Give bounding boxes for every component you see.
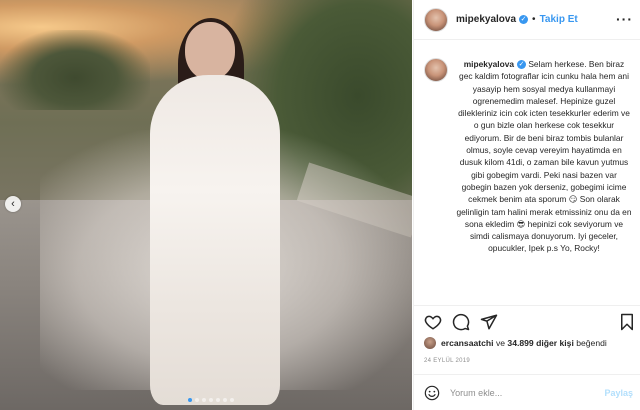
- comment-bar: Paylaş: [414, 374, 640, 410]
- follow-button[interactable]: Takip Et: [540, 14, 578, 25]
- heart-icon[interactable]: [424, 313, 442, 331]
- photo-face: [185, 22, 235, 80]
- post-comment-button[interactable]: Paylaş: [604, 388, 633, 398]
- post-date[interactable]: 24 EYLÜL 2019: [424, 358, 470, 364]
- verified-badge-icon: ✓: [519, 15, 529, 24]
- carousel-dot: [223, 398, 227, 402]
- carousel-dot: [188, 398, 192, 402]
- likes-summary: ercansaatchi ve 34.899 diğer kişi beğend…: [424, 337, 639, 349]
- caption-username[interactable]: mipekyalova: [464, 59, 514, 69]
- post-side-panel: mipekyalova ✓ • Takip Et ··· mipekyalova…: [413, 0, 640, 410]
- caption-text: mipekyalova ✓ Selam herkese. Ben biraz ge…: [456, 58, 632, 255]
- bookmark-icon[interactable]: [618, 313, 636, 331]
- caption-avatar[interactable]: [424, 58, 448, 82]
- profile-avatar[interactable]: [424, 7, 448, 32]
- emoji-picker-icon[interactable]: [424, 385, 440, 401]
- likes-text: ercansaatchi ve 34.899 diğer kişi beğend…: [441, 338, 607, 348]
- post-header: mipekyalova ✓ • Takip Et ···: [414, 0, 640, 40]
- post-photo[interactable]: ‹: [0, 0, 412, 410]
- post-caption: mipekyalova ✓ Selam herkese. Ben biraz ge…: [424, 58, 634, 255]
- carousel-dot: [209, 398, 213, 402]
- carousel-dot: [216, 398, 220, 402]
- liker-username[interactable]: ercansaatchi: [441, 338, 494, 348]
- caption-verified-icon: ✓: [517, 60, 527, 70]
- carousel-dots: [188, 398, 234, 402]
- comment-input[interactable]: [450, 387, 600, 398]
- carousel-dot: [195, 398, 199, 402]
- caption-text-part1: Selam herkese. Ben biraz gec kaldim foto…: [458, 59, 630, 205]
- more-options-icon[interactable]: ···: [616, 11, 633, 27]
- header-separator: •: [532, 14, 536, 25]
- likes-suffix: beğendi: [573, 338, 607, 348]
- photo-wedding-dress: [150, 75, 280, 405]
- photo-trees-left: [0, 30, 150, 110]
- post-actions: [414, 305, 640, 335]
- share-icon[interactable]: [480, 313, 498, 331]
- header-username[interactable]: mipekyalova: [456, 14, 516, 25]
- liker-avatar[interactable]: [424, 337, 436, 349]
- carousel-dot: [202, 398, 206, 402]
- likes-connector: ve: [493, 338, 508, 348]
- carousel-dot: [230, 398, 234, 402]
- comment-icon[interactable]: [452, 313, 470, 331]
- carousel-prev-button[interactable]: ‹: [5, 196, 21, 212]
- likes-others-count[interactable]: 34.899 diğer kişi: [507, 338, 573, 348]
